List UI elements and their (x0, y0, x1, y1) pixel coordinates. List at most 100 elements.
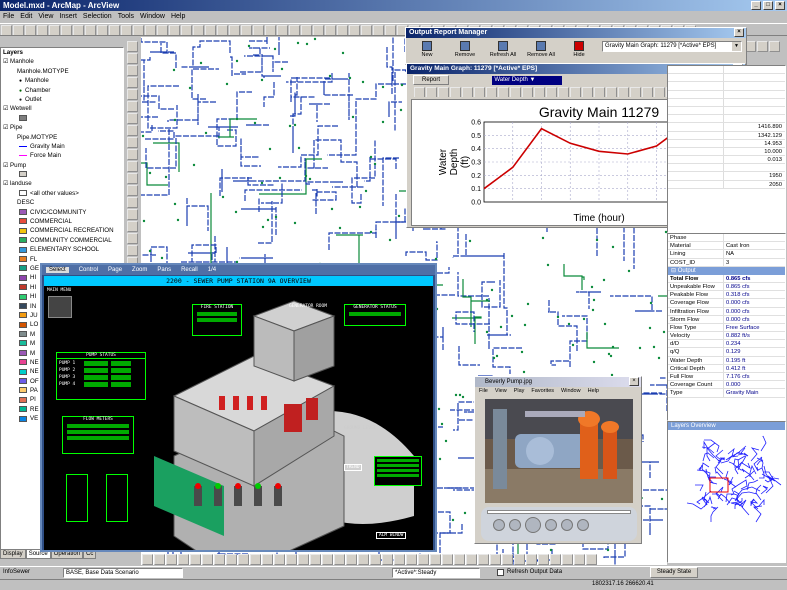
toolbar-button[interactable] (61, 25, 72, 35)
checkbox-icon[interactable]: ☑ (3, 125, 10, 131)
toolbar-button[interactable] (157, 25, 168, 35)
output-row[interactable]: Type Gravity Main (668, 389, 785, 398)
property-row[interactable] (668, 106, 785, 116)
toolbar-button[interactable] (193, 25, 204, 35)
graph-tool-button[interactable] (414, 87, 425, 97)
toolbar-button[interactable] (97, 25, 108, 35)
nav-tool-button[interactable] (574, 554, 585, 565)
nav-tool-button[interactable] (214, 554, 225, 565)
close-button[interactable]: × (629, 377, 639, 386)
close-button[interactable]: × (734, 28, 744, 37)
nav-tool-button[interactable] (142, 554, 153, 565)
seek-bar[interactable] (487, 510, 631, 514)
edit-tool-button[interactable] (127, 185, 138, 196)
toolbar-button[interactable] (265, 25, 276, 35)
graph-tool-button[interactable] (594, 87, 605, 97)
viewer-menu-item[interactable]: Play (514, 388, 525, 394)
minimize-button[interactable]: _ (751, 1, 761, 10)
output-section-header[interactable]: ⊟ Output (668, 266, 785, 275)
om-button-remove[interactable]: Remove (448, 40, 482, 64)
property-row[interactable] (668, 115, 785, 124)
menu-tools[interactable]: Tools (118, 13, 134, 20)
nav-tool-button[interactable] (430, 554, 441, 565)
property-row[interactable] (668, 98, 785, 107)
toolbar-button[interactable] (1, 25, 12, 35)
toc-tab[interactable]: Display (0, 549, 26, 559)
nav-tool-button[interactable] (490, 554, 501, 565)
stop-button[interactable] (561, 519, 573, 531)
om-button-new[interactable]: New (410, 40, 444, 64)
toolbar-button[interactable] (325, 25, 336, 35)
nav-tool-button[interactable] (226, 554, 237, 565)
toolbar-button[interactable] (349, 25, 360, 35)
toolbar-button[interactable] (337, 25, 348, 35)
checkbox-icon[interactable]: ☑ (3, 181, 10, 187)
nav-tool-button[interactable] (334, 554, 345, 565)
nav-tool-button[interactable] (346, 554, 357, 565)
edit-tool-button[interactable] (127, 197, 138, 208)
nav-tool-button[interactable] (454, 554, 465, 565)
toc-item[interactable]: COMMERCIAL (1, 217, 123, 226)
toolbar-button[interactable] (169, 25, 180, 35)
edit-tool-button[interactable] (127, 65, 138, 76)
property-row[interactable] (668, 82, 785, 91)
property-row[interactable]: 1950 (668, 172, 785, 181)
maximize-button[interactable]: □ (763, 1, 773, 10)
run-select[interactable]: *Active*:Steady (392, 568, 480, 578)
menu-file[interactable]: File (3, 13, 14, 20)
property-row[interactable]: Phase (668, 234, 785, 243)
nav-tool-button[interactable] (250, 554, 261, 565)
output-row[interactable]: Critical Depth 0.412 ft (668, 364, 785, 373)
toolbar-button[interactable] (217, 25, 228, 35)
edit-tool-button[interactable] (127, 245, 138, 256)
toolbar-button[interactable] (121, 25, 132, 35)
scada-menu-item[interactable]: Control (79, 267, 98, 273)
graph-tool-button[interactable] (510, 87, 521, 97)
toolbar-button[interactable] (373, 25, 384, 35)
toolbar-button[interactable] (361, 25, 372, 35)
toolbar-button[interactable] (73, 25, 84, 35)
toc-item[interactable]: ELEMENTARY SCHOOL (1, 245, 123, 254)
checkbox-icon[interactable]: ☑ (3, 106, 10, 112)
nav-tool-button[interactable] (562, 554, 573, 565)
graph-tool-button[interactable] (546, 87, 557, 97)
toc-item[interactable]: ● Outlet (1, 95, 123, 104)
toolbar-button[interactable] (313, 25, 324, 35)
scada-menu-item[interactable]: Recall (181, 267, 198, 273)
nav-tool-button[interactable] (550, 554, 561, 565)
output-row[interactable]: Full Flow 7.176 cfs (668, 373, 785, 382)
edit-tool-button[interactable] (127, 77, 138, 88)
viewer-menu-item[interactable]: Window (561, 388, 581, 394)
edit-tool-button[interactable] (127, 233, 138, 244)
graph-tool-button[interactable] (570, 87, 581, 97)
nav-tool-button[interactable] (502, 554, 513, 565)
menu-help[interactable]: Help (171, 13, 185, 20)
scada-menu-item[interactable]: Page (108, 267, 122, 273)
graph-tool-button[interactable] (438, 87, 449, 97)
toolbar-button[interactable] (25, 25, 36, 35)
menu-view[interactable]: View (38, 13, 53, 20)
edit-tool-button[interactable] (127, 89, 138, 100)
output-row[interactable]: d/D 0.234 (668, 340, 785, 349)
graph-tool-button[interactable] (522, 87, 533, 97)
nav-tool-button[interactable] (406, 554, 417, 565)
nav-tool-button[interactable] (358, 554, 369, 565)
scenario-select[interactable]: BASE, Base Data Scenario (63, 568, 183, 578)
collapse-icon[interactable]: ⊟ (671, 268, 678, 274)
toolbar-button[interactable] (277, 25, 288, 35)
toolbar-button[interactable] (385, 25, 396, 35)
property-row[interactable] (668, 66, 785, 75)
refresh-checkbox[interactable] (497, 569, 504, 576)
toolbar-button[interactable] (253, 25, 264, 35)
output-row[interactable]: Infiltration Flow 0.000 cfs (668, 307, 785, 316)
graph-select[interactable]: Gravity Main Graph: 11279 [*Active* EPS]… (602, 41, 742, 52)
nav-tool-button[interactable] (310, 554, 321, 565)
edit-tool-button[interactable] (127, 173, 138, 184)
edit-tool-button[interactable] (127, 149, 138, 160)
om-button-refresh-all[interactable]: Refresh All (486, 40, 520, 64)
toolbar-button[interactable] (301, 25, 312, 35)
overview-map[interactable] (668, 430, 785, 562)
nav-tool-button[interactable] (286, 554, 297, 565)
output-row[interactable]: Velocity 0.882 ft/s (668, 332, 785, 341)
nav-tool-button[interactable] (418, 554, 429, 565)
